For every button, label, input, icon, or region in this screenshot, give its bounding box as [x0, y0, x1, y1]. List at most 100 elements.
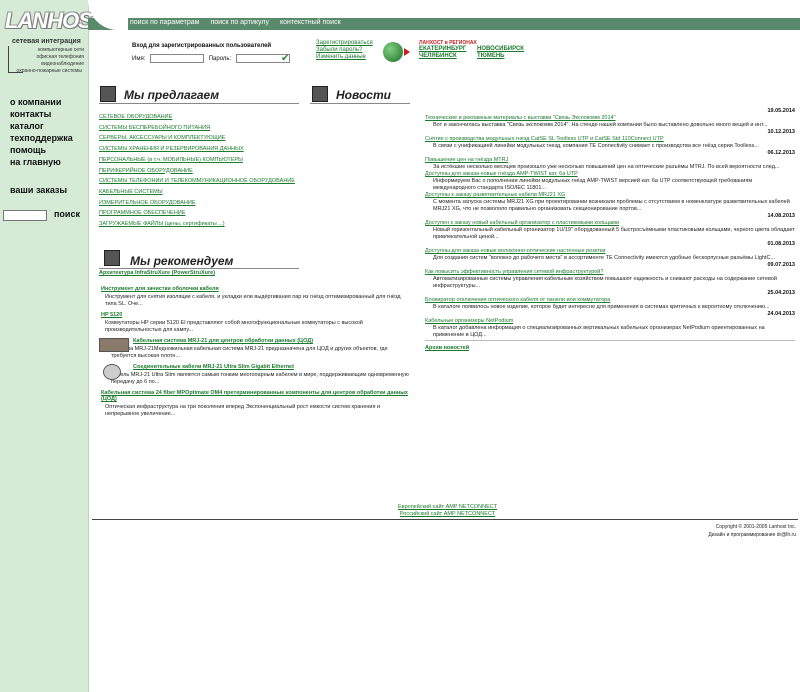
news-item-text: Вот и закончилась выставка "Связь экспок…: [433, 122, 768, 128]
offer-item[interactable]: ПЕРСОНАЛЬНЫЕ (в т.ч. МОБИЛЬНЫЕ) КОМПЬЮТЕ…: [99, 155, 295, 166]
recommend-item-title[interactable]: HP 5120: [99, 312, 409, 318]
news-item-text: За истёкшие несколько месяцев произошло …: [433, 164, 780, 170]
news-date: 25.04.2013: [767, 290, 795, 296]
news-item-title[interactable]: Кабельные организеры NetPodium: [425, 318, 795, 325]
offer-item[interactable]: ЗАГРУЖАЕМЫЕ ФАЙЛЫ (цены, сертификаты ...…: [99, 219, 295, 230]
tab-param-search[interactable]: поиск по параметрам: [130, 19, 199, 26]
news-item-title[interactable]: Доступны к заказу разветвительные кабели…: [425, 192, 795, 199]
left-nav: о компании контакты каталог техподдержка…: [10, 96, 73, 168]
nav-about[interactable]: о компании: [10, 96, 73, 108]
offer-item[interactable]: СЕРВЕРЫ, АКСЕССУАРЫ И КОМПЛЕКТУЮЩИЕ: [99, 133, 295, 144]
news-item: 09.07.2013 Как повысить эффективность уп…: [425, 262, 795, 290]
recommend-item-title[interactable]: Архитектура InfraStruXure (PowerStruXure…: [99, 270, 409, 276]
news-item: 24.04.2013 Кабельные организеры NetPodiu…: [425, 311, 795, 339]
login-title: Вход для зарегистрированных пользователе…: [132, 43, 272, 49]
news-archive-link[interactable]: Архив новостей: [425, 345, 795, 351]
nav-catalog[interactable]: каталог: [10, 120, 73, 132]
region-novosibirsk[interactable]: НОВОСИБИРСК: [477, 46, 535, 53]
recommend-item-text: Оптическая инфраструктура на три поколен…: [105, 404, 381, 417]
nav-contacts[interactable]: контакты: [10, 108, 73, 120]
news-item-title[interactable]: Доступны для заказа новые волоконно-опти…: [425, 248, 795, 255]
news-date: 24.04.2013: [767, 311, 795, 317]
news-item: 06.12.2013 Повышение цен на гнёзда MTRJ …: [425, 150, 795, 171]
nav-help[interactable]: помощь: [10, 144, 73, 156]
offer-item[interactable]: ПЕРИФЕРИЙНОЕ ОБОРУДОВАНИЕ: [99, 166, 295, 177]
recommend-item-text: Кабель MRJ-21 Ultra Slim является самым …: [111, 372, 409, 385]
recommend-item-text: Инструмент для снятия изоляции с кабеля,…: [105, 294, 401, 307]
register-link[interactable]: Зарегистрироваться: [316, 40, 373, 46]
nav-orders[interactable]: ваши заказы: [10, 185, 67, 195]
offer-divider: [99, 103, 299, 104]
forgot-password-link[interactable]: Забыли пароль?: [316, 47, 362, 53]
tab-context-search[interactable]: контекстный поиск: [280, 19, 341, 26]
news-item-text: В связи с унификацией линейки модульных …: [433, 143, 759, 149]
news-item-text: Информируем Вас о пополнении линейки мод…: [433, 178, 753, 191]
recommend-item-title[interactable]: Инструмент для зачистки оболочки кабеля: [99, 286, 409, 292]
recommend-item-title[interactable]: Соединительные кабели MRJ-21 Ultra Slim …: [133, 364, 409, 370]
copyright-text: Copyright © 2001-2005 Lanhost Inc.: [715, 524, 796, 530]
search-input[interactable]: [3, 210, 47, 221]
news-title: Новости: [336, 88, 391, 102]
name-label: Имя:: [132, 56, 146, 63]
offer-item[interactable]: СЕТЕВОЕ ОБОРУДОВАНИЕ: [99, 112, 295, 123]
offer-item[interactable]: СИСТЕМЫ БЕСПЕРЕБОЙНОГО ПИТАНИЯ: [99, 123, 295, 134]
search-tabs: поиск по параметрам поиск по артикулу ко…: [130, 19, 350, 26]
search-button[interactable]: поиск: [54, 209, 80, 219]
offer-item[interactable]: СИСТЕМЫ ТЕЛЕФОНИИ И ТЕЛЕКОММУНИКАЦИОННОЕ…: [99, 176, 295, 187]
news-item-text: С момента запуска системы MRJ21 XG при п…: [433, 199, 790, 212]
recommend-item: Инструмент для зачистки оболочки кабеля …: [99, 286, 409, 308]
recommend-divider: [99, 268, 299, 269]
news-divider: [310, 103, 410, 104]
login-submit-icon[interactable]: ✔: [281, 53, 289, 64]
news-item-title[interactable]: Снятие с производства модульных гнезд Ca…: [425, 136, 795, 143]
news-date: 14.08.2013: [767, 213, 795, 219]
nav-home[interactable]: на главную: [10, 156, 73, 168]
login-form: Имя: Пароль:: [132, 54, 293, 63]
left-sidebar: LANHOST сетевая интеграция компьютерные …: [0, 0, 105, 692]
news-item-text: В каталоге появилось новое изделие, кото…: [433, 304, 770, 310]
news-date: 19.05.2014: [767, 108, 795, 114]
news-date: 09.07.2013: [767, 262, 795, 268]
offer-icon: [100, 86, 116, 102]
service-security: охранно-пожарные системы: [16, 68, 82, 74]
recommend-item-title[interactable]: Кабельная система 24 fiber MPOptimate OM…: [99, 390, 409, 402]
service-telephony: офисная телефония: [36, 54, 84, 60]
region-ekaterinburg[interactable]: ЕКАТЕРИНБУРГ: [419, 46, 477, 53]
news-list: 19.05.2014 Технические и рекламные матер…: [425, 108, 795, 351]
offer-item[interactable]: СИСТЕМЫ ХРАНЕНИЯ И РЕЗЕРВИРОВАНИЯ ДАННЫХ: [99, 144, 295, 155]
region-chelyabinsk[interactable]: ЧЕЛЯБИНСК: [419, 53, 477, 60]
tab-article-search[interactable]: поиск по артикулу: [210, 19, 269, 26]
amp-europe-link[interactable]: Европейский сайт AMP NETCONNECT: [398, 504, 497, 510]
account-links: Зарегистрироваться Забыли пароль? Измени…: [316, 40, 373, 61]
news-item-title[interactable]: Как повысить эффективность управления се…: [425, 269, 795, 276]
recommend-item-title[interactable]: Кабельная система MRJ-21 для центров обр…: [133, 338, 409, 344]
region-tyumen[interactable]: ТЮМЕНЬ: [477, 53, 535, 60]
nav-support[interactable]: техподдержка: [10, 132, 73, 144]
recommend-item: Кабельная система 24 fiber MPOptimate OM…: [99, 390, 409, 418]
offer-list: СЕТЕВОЕ ОБОРУДОВАНИЕ СИСТЕМЫ БЕСПЕРЕБОЙН…: [99, 112, 295, 230]
patch-panel-image[interactable]: [99, 338, 129, 352]
news-item: 01.08.2013 Доступны для заказа новые вол…: [425, 241, 795, 262]
edit-profile-link[interactable]: Изменить данные: [316, 54, 366, 60]
name-field[interactable]: [150, 54, 205, 63]
news-item-title[interactable]: Доступны для заказа новые гнёзда AMP-TWI…: [425, 171, 795, 178]
cable-image[interactable]: [103, 364, 121, 380]
logo-tagline: сетевая интеграция: [12, 38, 81, 45]
recommend-item: Кабельная система MRJ-21 для центров обр…: [99, 338, 409, 360]
news-date: 01.08.2013: [767, 241, 795, 247]
password-label: Пароль:: [208, 56, 232, 63]
amp-russia-link[interactable]: Российский сайт AMP NETCONNECT: [400, 511, 495, 517]
recommend-title: Мы рекомендуем: [130, 254, 234, 268]
design-credit: Дизайн и программирование dr@lh.ru: [708, 532, 796, 538]
footer-links: Европейский сайт AMP NETCONNECT Российск…: [398, 504, 497, 518]
footer-divider: [92, 519, 798, 520]
offer-item[interactable]: ПРОГРАММНОЕ ОБЕСПЕЧЕНИЕ: [99, 208, 295, 219]
offer-item[interactable]: КАБЕЛЬНЫЕ СИСТЕМЫ: [99, 187, 295, 198]
news-item-text: Новый горизонтальный кабельный организат…: [433, 227, 795, 240]
offer-item[interactable]: ИЗМЕРИТЕЛЬНОЕ ОБОРУДОВАНИЕ: [99, 198, 295, 209]
news-item-title[interactable]: Доступен к заказу новый кабельный органи…: [425, 220, 795, 227]
news-item-title[interactable]: Повышение цен на гнёзда MTRJ: [425, 157, 795, 164]
recommend-item: Архитектура InfraStruXure (PowerStruXure…: [99, 270, 409, 276]
news-item-title[interactable]: Технические и рекламные материалы с выст…: [425, 115, 795, 122]
news-item-title[interactable]: Блокиратор отключения оптического кабеля…: [425, 297, 795, 304]
